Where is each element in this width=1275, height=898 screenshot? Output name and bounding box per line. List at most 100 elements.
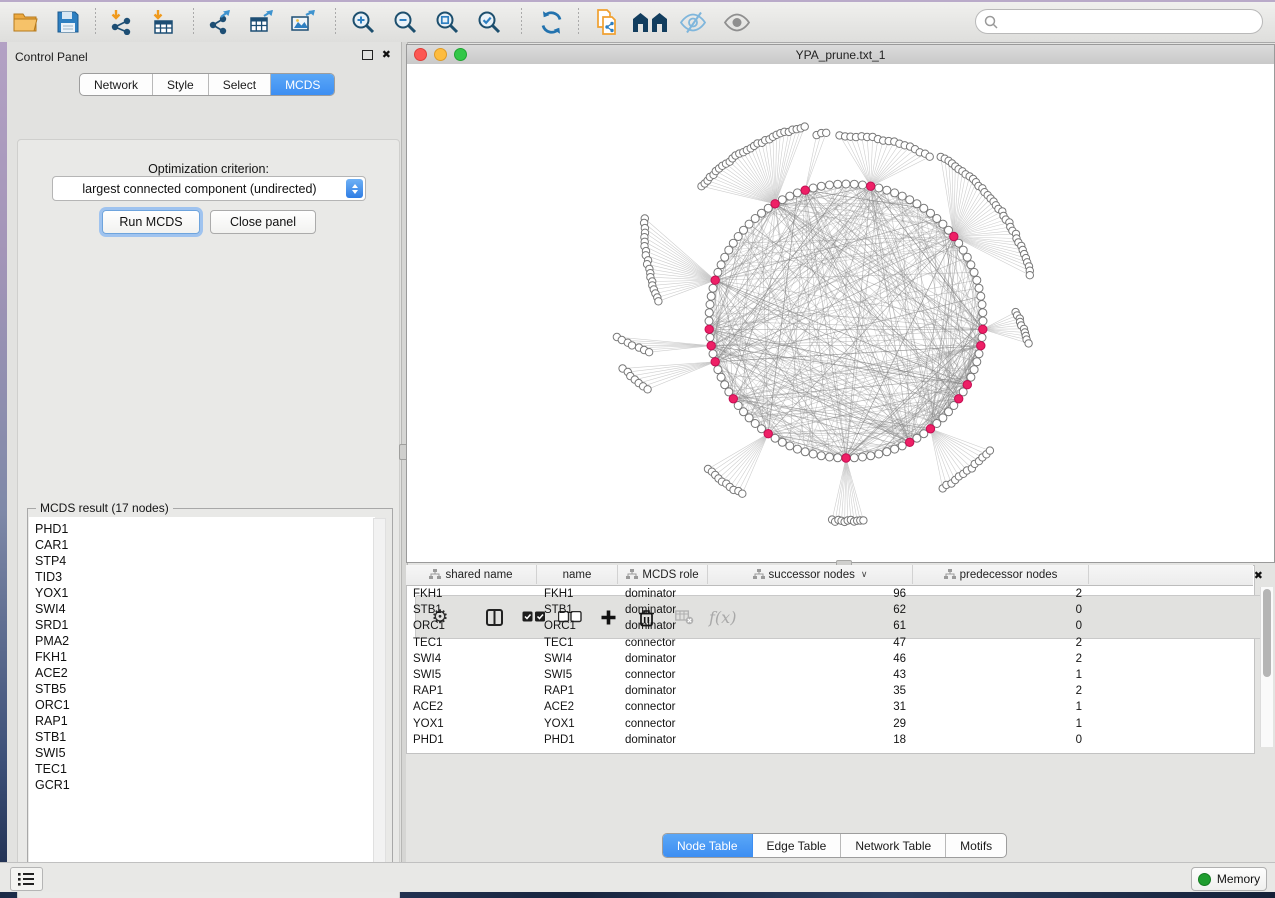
table-row-ORC1[interactable]: ORC1ORC1dominator610: [406, 618, 1255, 634]
open-file-icon[interactable]: [10, 8, 40, 36]
network-node[interactable]: [714, 366, 722, 374]
result-node-item[interactable]: STB1: [35, 729, 375, 745]
network-node[interactable]: [970, 366, 978, 374]
network-node[interactable]: [705, 309, 713, 317]
result-node-item[interactable]: TID3: [35, 569, 375, 585]
show-all-icon[interactable]: [722, 8, 752, 36]
network-node[interactable]: [875, 450, 883, 458]
column-header-predecessor-nodes[interactable]: predecessor nodes: [913, 565, 1089, 584]
mcds-dominator-node[interactable]: [963, 381, 971, 389]
table-row-SWI4[interactable]: SWI4SWI4dominator462: [406, 651, 1255, 667]
network-node[interactable]: [842, 180, 850, 188]
network-node[interactable]: [1026, 272, 1033, 279]
result-node-item[interactable]: FKH1: [35, 649, 375, 665]
mcds-dominator-node[interactable]: [906, 438, 914, 446]
tab-node-table[interactable]: Node Table: [663, 834, 753, 857]
network-node[interactable]: [801, 448, 809, 456]
network-canvas-svg[interactable]: [407, 64, 1274, 562]
network-node[interactable]: [786, 192, 794, 200]
mcds-dominator-node[interactable]: [771, 200, 779, 208]
tab-style[interactable]: Style: [153, 74, 209, 95]
network-node[interactable]: [979, 317, 987, 325]
network-node[interactable]: [786, 442, 794, 450]
run-mcds-button[interactable]: Run MCDS: [102, 210, 200, 234]
network-node[interactable]: [867, 452, 875, 460]
network-node[interactable]: [644, 386, 651, 393]
result-node-item[interactable]: SRD1: [35, 617, 375, 633]
network-node[interactable]: [970, 268, 978, 276]
import-table-icon[interactable]: [148, 8, 178, 36]
network-node[interactable]: [817, 452, 825, 460]
mcds-dominator-node[interactable]: [950, 232, 958, 240]
network-node[interactable]: [721, 253, 729, 261]
table-row-STB1[interactable]: STB1STB1dominator620: [406, 602, 1255, 618]
refresh-view-icon[interactable]: [536, 8, 566, 36]
network-node[interactable]: [979, 309, 987, 317]
result-node-item[interactable]: SWI5: [35, 745, 375, 761]
mcds-dominator-node[interactable]: [707, 342, 715, 350]
export-table-icon[interactable]: [246, 8, 276, 36]
tab-select[interactable]: Select: [209, 74, 271, 95]
result-node-item[interactable]: STP4: [35, 553, 375, 569]
result-node-item[interactable]: ACE2: [35, 665, 375, 681]
network-node[interactable]: [959, 246, 967, 254]
network-node[interactable]: [826, 181, 834, 189]
network-node[interactable]: [628, 342, 635, 349]
tab-motifs[interactable]: Motifs: [946, 834, 1006, 857]
result-list-scrollbar[interactable]: [373, 518, 386, 870]
column-header-successor-nodes[interactable]: successor nodes∨: [708, 565, 913, 584]
criterion-dropdown[interactable]: largest connected component (undirected): [52, 176, 366, 201]
network-node[interactable]: [834, 180, 842, 188]
mcds-dominator-node[interactable]: [977, 342, 985, 350]
result-node-item[interactable]: STB5: [35, 681, 375, 697]
column-header-name[interactable]: name: [537, 565, 618, 584]
result-node-item[interactable]: YOX1: [35, 585, 375, 601]
close-panel-icon[interactable]: ✖: [1254, 571, 1263, 581]
save-session-icon[interactable]: [53, 8, 83, 36]
network-node[interactable]: [709, 350, 717, 358]
network-node[interactable]: [705, 317, 713, 325]
network-node[interactable]: [859, 453, 867, 461]
network-node[interactable]: [973, 276, 981, 284]
search-input[interactable]: [1003, 14, 1262, 30]
zoom-fit-icon[interactable]: [432, 8, 462, 36]
network-node[interactable]: [706, 301, 714, 309]
result-node-item[interactable]: TEC1: [35, 761, 375, 777]
close-panel-icon[interactable]: ✖: [382, 50, 391, 60]
network-node[interactable]: [778, 438, 786, 446]
network-node[interactable]: [978, 301, 986, 309]
network-node[interactable]: [898, 192, 906, 200]
mcds-dominator-node[interactable]: [979, 325, 987, 333]
network-node[interactable]: [793, 189, 801, 197]
mcds-dominator-node[interactable]: [729, 395, 737, 403]
network-node[interactable]: [891, 445, 899, 453]
network-node[interactable]: [809, 184, 817, 192]
network-node[interactable]: [714, 268, 722, 276]
table-row-TEC1[interactable]: TEC1TEC1connector472: [406, 635, 1255, 651]
first-neighbors-icon[interactable]: [630, 8, 670, 36]
table-row-ACE2[interactable]: ACE2ACE2connector311: [406, 699, 1255, 715]
network-node[interactable]: [860, 517, 867, 524]
network-node[interactable]: [739, 490, 746, 497]
tab-network[interactable]: Network: [80, 74, 153, 95]
network-node[interactable]: [645, 349, 652, 356]
network-node[interactable]: [975, 350, 983, 358]
table-row-RAP1[interactable]: RAP1RAP1dominator352: [406, 683, 1255, 699]
close-panel-button[interactable]: Close panel: [210, 210, 316, 234]
network-node[interactable]: [826, 453, 834, 461]
table-row-FKH1[interactable]: FKH1FKH1dominator962: [406, 586, 1255, 602]
zoom-out-icon[interactable]: [390, 8, 420, 36]
table-row-SWI5[interactable]: SWI5SWI5connector431: [406, 667, 1255, 683]
result-node-item[interactable]: PMA2: [35, 633, 375, 649]
tab-mcds[interactable]: MCDS: [271, 74, 334, 95]
network-node[interactable]: [1025, 340, 1032, 347]
zoom-in-icon[interactable]: [348, 8, 378, 36]
export-network-icon[interactable]: [204, 8, 234, 36]
network-node[interactable]: [967, 261, 975, 269]
import-network-icon[interactable]: [106, 8, 136, 36]
network-node[interactable]: [706, 334, 714, 342]
mcds-dominator-node[interactable]: [705, 325, 713, 333]
float-panel-icon[interactable]: [362, 50, 373, 60]
network-titlebar[interactable]: YPA_prune.txt_1: [407, 45, 1274, 65]
zoom-selected-icon[interactable]: [474, 8, 504, 36]
